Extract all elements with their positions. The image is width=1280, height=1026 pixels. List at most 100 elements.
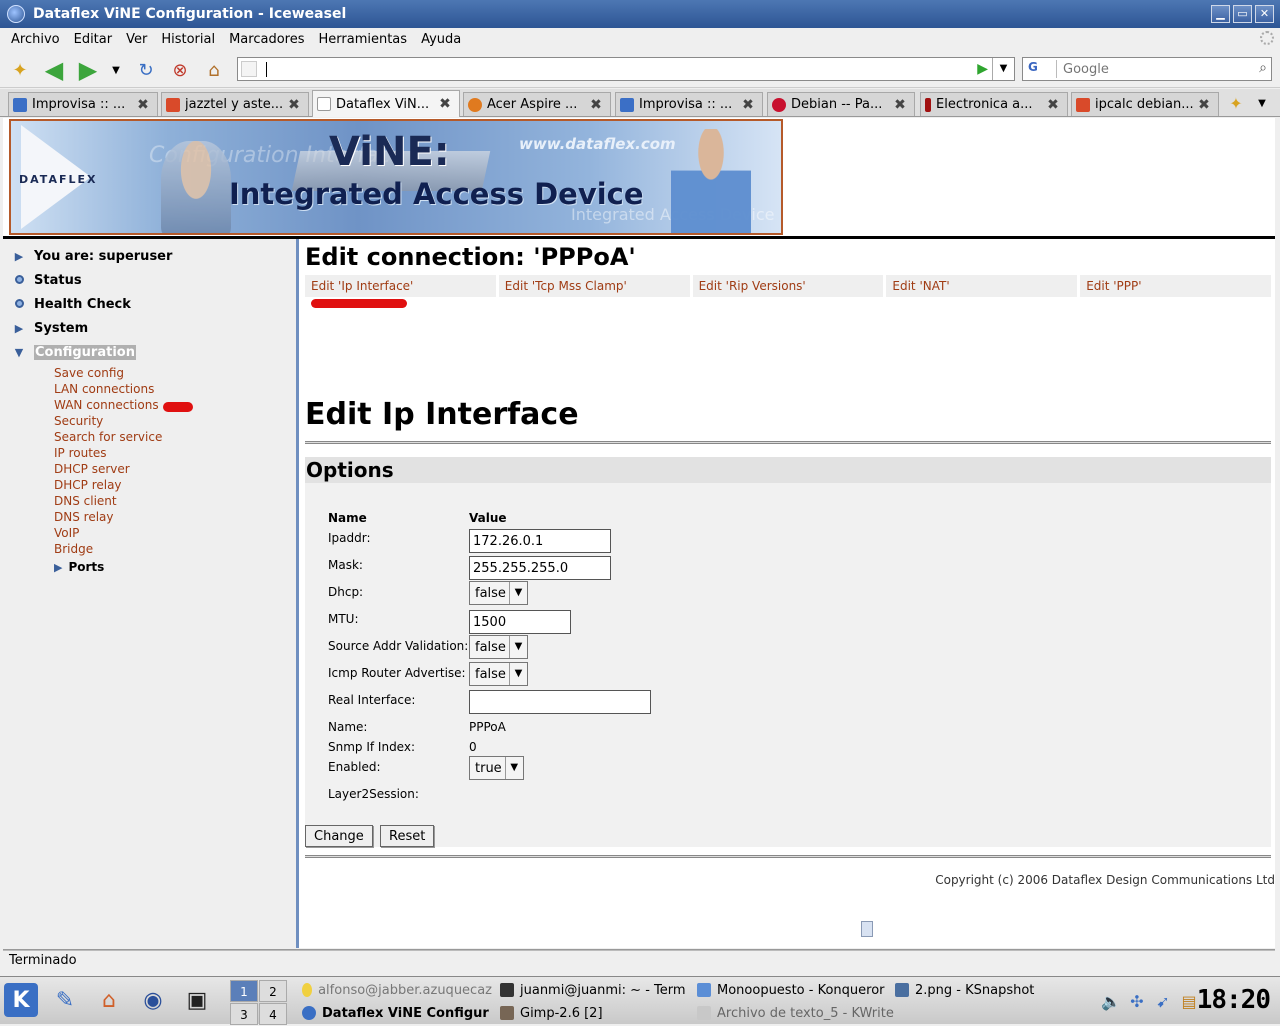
menu-herramientas[interactable]: Herramientas xyxy=(319,32,408,47)
close-tab-icon[interactable]: ✖ xyxy=(286,97,302,113)
change-button[interactable]: Change xyxy=(305,825,373,847)
minimize-button[interactable]: ▁ xyxy=(1211,5,1230,23)
task-dataflex-browser[interactable]: Dataflex ViNE Configur xyxy=(302,1002,492,1024)
source-addr-validation-select[interactable]: false ▼ xyxy=(469,635,528,659)
url-bar[interactable]: ▶ ▼ xyxy=(237,57,1015,81)
red-annotation-mark xyxy=(163,402,193,412)
sidebar-sub-dhcp-server[interactable]: DHCP server xyxy=(54,462,130,476)
chevron-down-icon: ▼ xyxy=(508,636,527,658)
tab-debian[interactable]: Debian -- Pa... ✖ xyxy=(767,92,915,116)
sidebar-item-status[interactable]: Status xyxy=(12,273,82,288)
history-dropdown-icon[interactable]: ▼ xyxy=(104,58,128,82)
site-identity-icon[interactable] xyxy=(241,61,257,77)
tab-dataflex[interactable]: Dataflex ViN... ✖ xyxy=(312,90,460,117)
sidebar-sub-wan-connections[interactable]: WAN connections xyxy=(54,398,159,412)
tab-edit-rip-versions[interactable]: Edit 'Rip Versions' xyxy=(692,275,884,297)
tab-acer-aspire[interactable]: Acer Aspire ... ✖ xyxy=(463,92,611,116)
task-konqueror[interactable]: Monoopuesto - Konqueror xyxy=(697,979,887,1001)
sidebar-item-configuration[interactable]: ▼ Configuration xyxy=(12,345,136,360)
sidebar-sub-dns-relay[interactable]: DNS relay xyxy=(54,510,114,524)
close-tab-icon[interactable]: ✖ xyxy=(740,97,756,113)
close-tab-icon[interactable]: ✖ xyxy=(1196,97,1212,113)
sidebar-sub-security[interactable]: Security xyxy=(54,414,103,428)
banner-url: www.dataflex.com xyxy=(519,135,676,153)
browser-icon[interactable]: ◉ xyxy=(136,983,170,1017)
new-tab-icon[interactable]: ✦ xyxy=(8,58,32,82)
close-window-button[interactable]: ✕ xyxy=(1255,5,1274,23)
menu-editar[interactable]: Editar xyxy=(74,32,113,47)
close-tab-icon[interactable]: ✖ xyxy=(135,97,151,113)
tab-edit-tcp-mss-clamp[interactable]: Edit 'Tcp Mss Clamp' xyxy=(498,275,690,297)
close-tab-icon[interactable]: ✖ xyxy=(437,96,453,112)
connection-icon[interactable]: ➹ xyxy=(1152,990,1174,1012)
menu-historial[interactable]: Historial xyxy=(161,32,215,47)
menu-ver[interactable]: Ver xyxy=(126,32,147,47)
sidebar-sub-search-for-service[interactable]: Search for service xyxy=(54,430,162,444)
tab-list-dropdown[interactable]: ▼ xyxy=(1250,91,1274,115)
sidebar-sub-dhcp-relay[interactable]: DHCP relay xyxy=(54,478,122,492)
pager-desktop-1[interactable]: 1 xyxy=(230,980,258,1002)
sidebar-sub-save-config[interactable]: Save config xyxy=(54,366,124,380)
icmp-router-advertise-select[interactable]: false ▼ xyxy=(469,662,528,686)
tab-improvisa-2[interactable]: Improvisa :: ... ✖ xyxy=(615,92,763,116)
search-input[interactable] xyxy=(1063,60,1248,78)
sidebar-item-health-check[interactable]: Health Check xyxy=(12,297,131,312)
task-jabber[interactable]: alfonso@jabber.azuquecaz xyxy=(302,979,492,1001)
new-tab-button[interactable]: ✦ xyxy=(1224,91,1248,115)
dhcp-select[interactable]: false ▼ xyxy=(469,581,528,605)
close-tab-icon[interactable]: ✖ xyxy=(588,97,604,113)
tab-edit-ip-interface[interactable]: Edit 'Ip Interface' xyxy=(305,275,496,297)
url-history-dropdown[interactable]: ▼ xyxy=(992,58,1014,80)
sidebar-item-system[interactable]: ▶ System xyxy=(12,321,88,336)
banner-product: ViNE: xyxy=(329,129,450,175)
mask-field[interactable] xyxy=(469,556,611,580)
sidebar-sub-dns-client[interactable]: DNS client xyxy=(54,494,117,508)
real-interface-field[interactable] xyxy=(469,690,651,714)
desktop-icon[interactable]: ✎ xyxy=(48,983,82,1017)
menu-archivo[interactable]: Archivo xyxy=(11,32,60,47)
close-tab-icon[interactable]: ✖ xyxy=(892,97,908,113)
sidebar-sub-bridge[interactable]: Bridge xyxy=(54,542,93,556)
search-magnifier-icon[interactable]: ⌕ xyxy=(1259,60,1267,76)
task-terminal[interactable]: juanmi@juanmi: ~ - Term xyxy=(500,979,686,1001)
pager-desktop-2[interactable]: 2 xyxy=(259,980,287,1002)
stop-button[interactable]: ⊗ xyxy=(168,58,192,82)
task-kwrite[interactable]: Archivo de texto_5 - KWrite xyxy=(697,1002,897,1024)
sidebar-sub-voip[interactable]: VoIP xyxy=(54,526,79,540)
maximize-button[interactable]: ▭ xyxy=(1233,5,1252,23)
sidebar-sub-ip-routes[interactable]: IP routes xyxy=(54,446,107,460)
tab-electronica[interactable]: Electronica a... ✖ xyxy=(920,92,1068,116)
clock[interactable]: 18:20 xyxy=(1197,985,1271,1015)
tab-improvisa-1[interactable]: Improvisa :: ... ✖ xyxy=(8,92,158,116)
task-gimp[interactable]: Gimp-2.6 [2] xyxy=(500,1002,686,1024)
terminal-icon[interactable]: ▣ xyxy=(180,983,214,1017)
task-ksnapshot[interactable]: 2.png - KSnapshot xyxy=(895,979,1065,1001)
menu-ayuda[interactable]: Ayuda xyxy=(421,32,461,47)
back-button[interactable]: ◀ xyxy=(42,56,66,84)
volume-icon[interactable]: 🔈 xyxy=(1100,990,1122,1012)
search-bar[interactable]: G ⌕ xyxy=(1022,57,1272,81)
k-menu-icon[interactable]: K xyxy=(4,983,38,1017)
mtu-field[interactable] xyxy=(469,610,571,634)
search-engine-selector[interactable]: G xyxy=(1025,60,1057,78)
reset-button[interactable]: Reset xyxy=(380,825,435,847)
sidebar-sub-lan-connections[interactable]: LAN connections xyxy=(54,382,154,396)
menu-marcadores[interactable]: Marcadores xyxy=(229,32,304,47)
close-tab-icon[interactable]: ✖ xyxy=(1045,97,1061,113)
go-arrow-icon[interactable]: ▶ xyxy=(977,61,988,77)
enabled-select[interactable]: true ▼ xyxy=(469,756,524,780)
pager-desktop-4[interactable]: 4 xyxy=(259,1003,287,1025)
sidebar-sub-ports[interactable]: ▶ Ports xyxy=(54,560,104,574)
pager-desktop-3[interactable]: 3 xyxy=(230,1003,258,1025)
reload-button[interactable]: ↻ xyxy=(134,58,158,82)
tab-ipcalc[interactable]: ipcalc debian... ✖ xyxy=(1071,92,1219,116)
home-folder-icon[interactable]: ⌂ xyxy=(92,983,126,1017)
network-icon[interactable]: ✣ xyxy=(1126,990,1148,1012)
ipaddr-field[interactable] xyxy=(469,529,611,553)
home-button[interactable]: ⌂ xyxy=(202,58,226,82)
tab-edit-ppp[interactable]: Edit 'PPP' xyxy=(1080,275,1271,297)
forward-button[interactable]: ▶ xyxy=(76,56,100,84)
tab-jazztel[interactable]: jazztel y aste... ✖ xyxy=(161,92,309,116)
mtu-label: MTU: xyxy=(328,612,359,626)
tab-edit-nat[interactable]: Edit 'NAT' xyxy=(886,275,1078,297)
